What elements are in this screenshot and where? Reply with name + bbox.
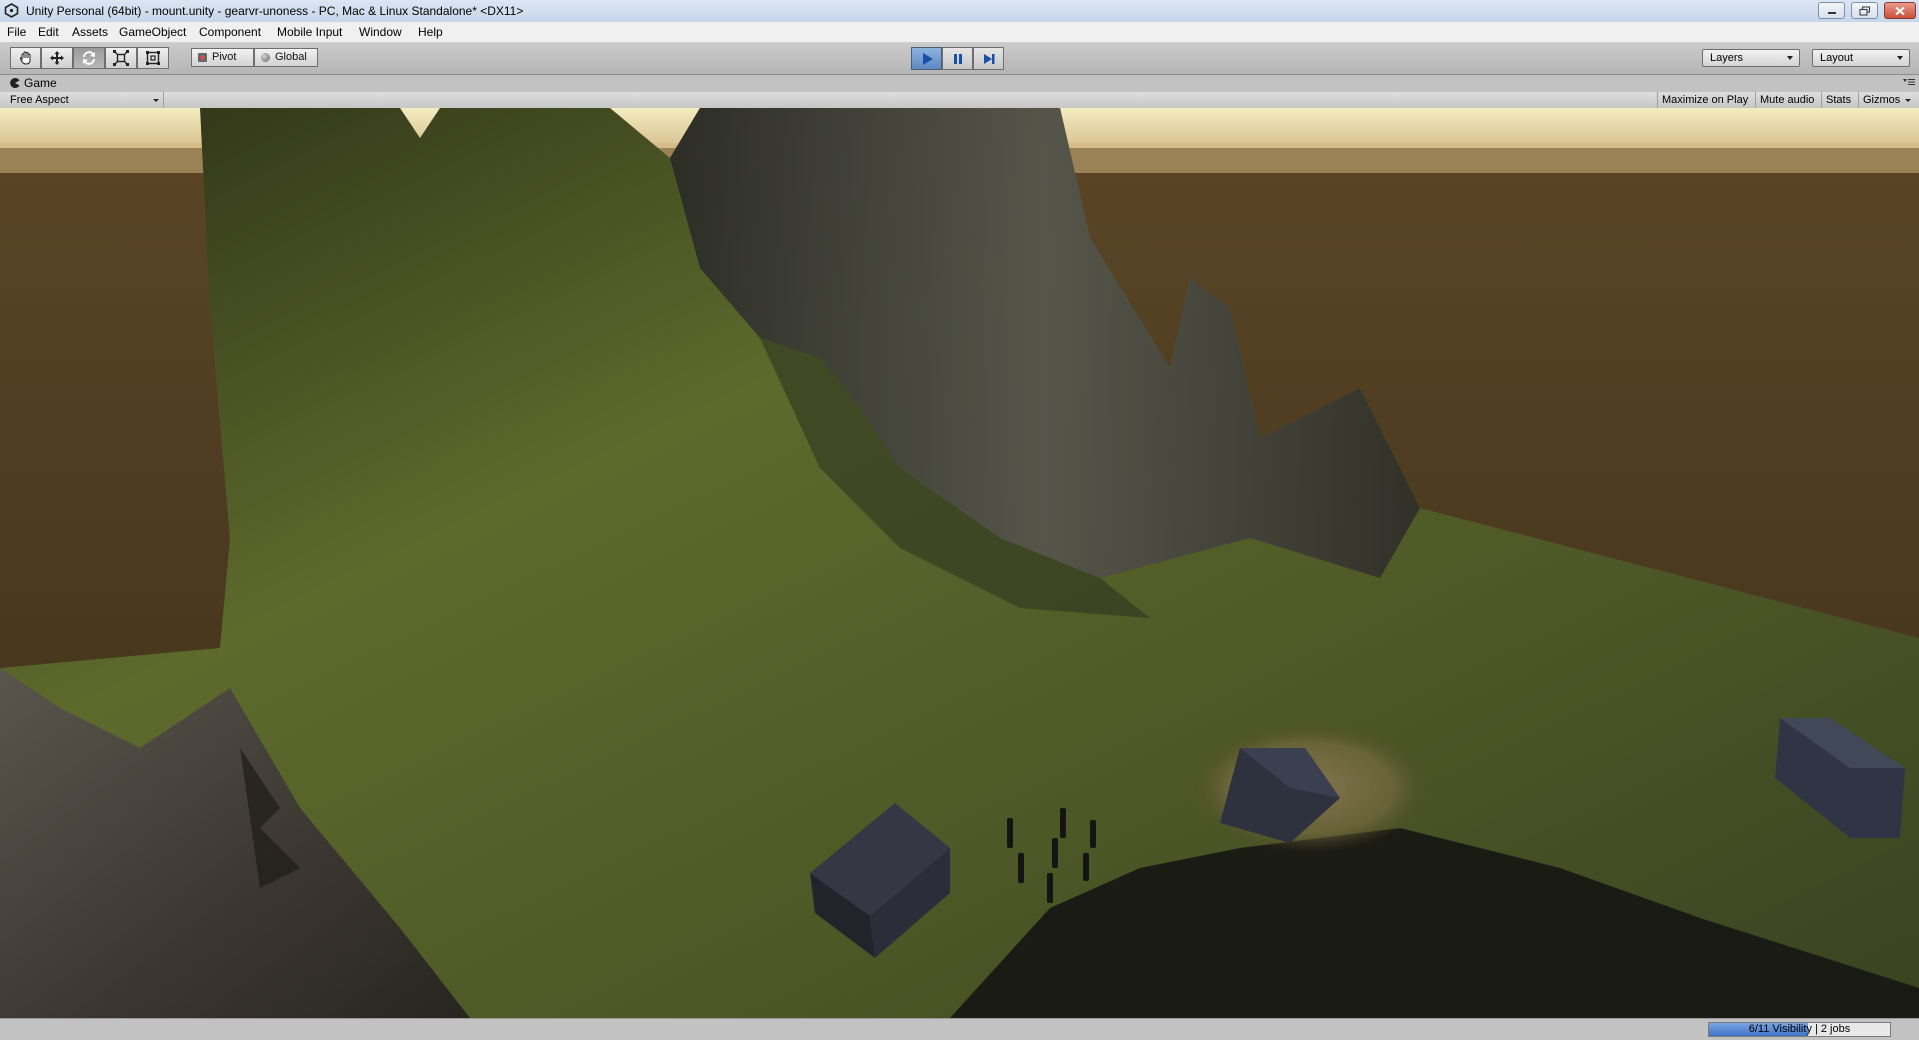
menu-window[interactable]: Window bbox=[359, 25, 402, 39]
global-label: Global bbox=[275, 51, 307, 63]
game-viewport[interactable] bbox=[0, 108, 1919, 1018]
layout-dropdown[interactable]: Layout bbox=[1812, 49, 1910, 67]
chevron-down-icon bbox=[153, 99, 159, 102]
main-toolbar: Pivot Global Layers Layout bbox=[0, 43, 1919, 75]
menu-component[interactable]: Component bbox=[199, 25, 261, 39]
pivot-toggle[interactable]: Pivot bbox=[191, 48, 254, 67]
layout-label: Layout bbox=[1820, 52, 1854, 64]
pacman-icon bbox=[10, 78, 20, 88]
chevron-down-icon bbox=[1905, 99, 1912, 102]
hand-tool-icon bbox=[19, 51, 30, 65]
play-icon bbox=[922, 52, 933, 65]
menu-help[interactable]: Help bbox=[418, 25, 443, 39]
menu-assets[interactable]: Assets bbox=[72, 25, 108, 39]
move-tool-icon bbox=[50, 51, 64, 65]
panel-menu-icon[interactable] bbox=[1903, 78, 1915, 86]
game-tab-strip: Game bbox=[0, 75, 1919, 92]
mute-audio-toggle[interactable]: Mute audio bbox=[1755, 92, 1818, 108]
rect-tool-icon bbox=[146, 51, 160, 65]
close-button[interactable] bbox=[1884, 2, 1916, 19]
step-icon bbox=[983, 53, 994, 64]
rect-tool-button[interactable] bbox=[137, 47, 169, 69]
maximize-on-play-toggle[interactable]: Maximize on Play bbox=[1657, 92, 1752, 108]
globe-icon bbox=[261, 53, 270, 62]
hand-tool-button[interactable] bbox=[10, 47, 41, 69]
gizmos-toggle[interactable]: Gizmos bbox=[1858, 92, 1914, 108]
rotate-tool-icon bbox=[83, 51, 95, 65]
menu-bar: File Edit Assets GameObject Component Mo… bbox=[0, 22, 1919, 43]
minimize-icon bbox=[1827, 11, 1836, 14]
global-toggle[interactable]: Global bbox=[254, 48, 318, 67]
unity-logo-icon bbox=[4, 3, 19, 18]
scale-tool-button[interactable] bbox=[105, 47, 137, 69]
restore-button[interactable] bbox=[1851, 2, 1878, 19]
progress-label: 6/11 Visibility | 2 jobs bbox=[1748, 1023, 1851, 1035]
window-title: Unity Personal (64bit) - mount.unity - g… bbox=[26, 4, 524, 18]
rotate-tool-button[interactable] bbox=[73, 47, 105, 69]
pause-button[interactable] bbox=[942, 47, 973, 70]
menu-mobile-input[interactable]: Mobile Input bbox=[277, 25, 342, 39]
restore-icon bbox=[1859, 6, 1870, 15]
tab-game-label: Game bbox=[24, 76, 57, 90]
move-tool-button[interactable] bbox=[41, 47, 73, 69]
title-bar: Unity Personal (64bit) - mount.unity - g… bbox=[0, 0, 1919, 23]
pause-icon bbox=[953, 53, 962, 64]
minimize-button[interactable] bbox=[1818, 2, 1845, 19]
layers-label: Layers bbox=[1710, 52, 1744, 64]
game-view-toolbar: Free Aspect Maximize on Play Mute audio … bbox=[0, 92, 1919, 109]
background-jobs-progress[interactable]: 6/11 Visibility | 2 jobs bbox=[1708, 1022, 1891, 1037]
pivot-icon bbox=[198, 53, 207, 62]
status-bar: 6/11 Visibility | 2 jobs bbox=[0, 1018, 1919, 1040]
pivot-label: Pivot bbox=[212, 51, 237, 63]
scale-tool-icon bbox=[113, 50, 129, 66]
aspect-dropdown[interactable]: Free Aspect bbox=[4, 92, 164, 108]
step-button[interactable] bbox=[973, 47, 1004, 70]
stats-toggle[interactable]: Stats bbox=[1821, 92, 1855, 108]
play-button[interactable] bbox=[911, 47, 942, 70]
gizmos-label: Gizmos bbox=[1863, 94, 1901, 106]
tab-game[interactable]: Game bbox=[4, 75, 65, 92]
aspect-label: Free Aspect bbox=[10, 94, 69, 106]
menu-file[interactable]: File bbox=[7, 25, 26, 39]
game-scene bbox=[0, 108, 1919, 1018]
chevron-down-icon bbox=[1787, 56, 1793, 60]
menu-gameobject[interactable]: GameObject bbox=[119, 25, 186, 39]
menu-edit[interactable]: Edit bbox=[38, 25, 59, 39]
chevron-down-icon bbox=[1897, 56, 1903, 60]
close-icon bbox=[1895, 6, 1905, 15]
layers-dropdown[interactable]: Layers bbox=[1702, 49, 1800, 67]
